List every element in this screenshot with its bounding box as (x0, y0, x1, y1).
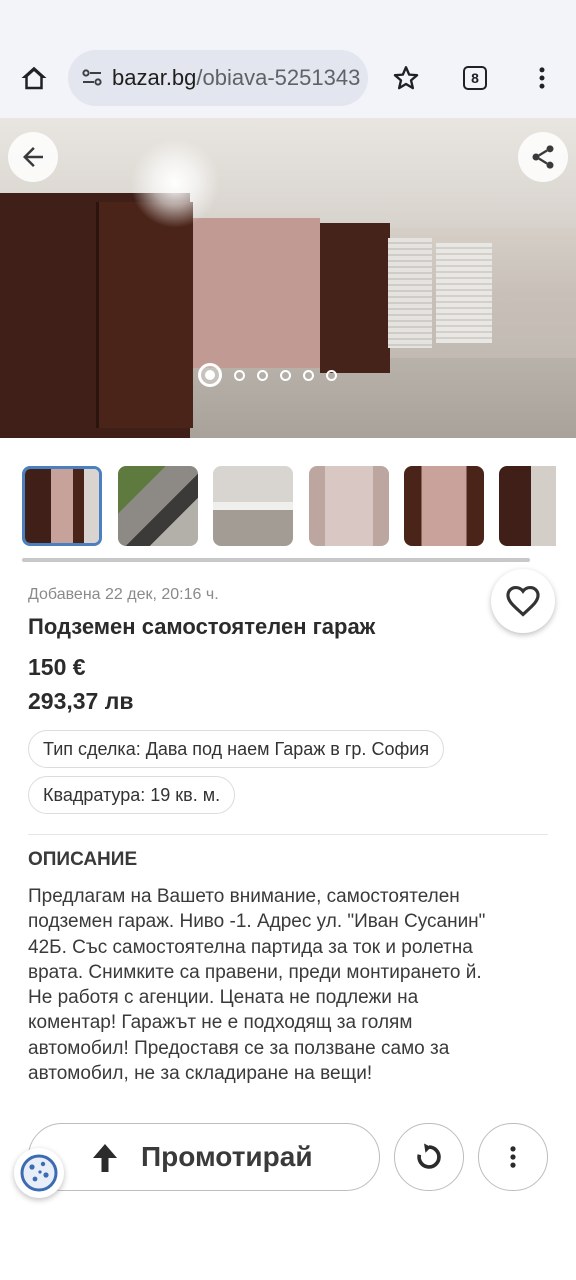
bookmark-button[interactable] (386, 58, 426, 98)
description-line: автомобил, не за складиране на вещи! (28, 1063, 373, 1085)
pager-dot-active[interactable] (198, 363, 222, 387)
photo-back-wall (190, 218, 320, 368)
photo-roller-shutter (436, 243, 492, 343)
photo-pager-dots (198, 363, 337, 387)
site-settings-icon[interactable] (80, 66, 104, 90)
pager-dot[interactable] (303, 369, 314, 381)
browser-menu-button[interactable] (522, 58, 562, 98)
tab-count: 8 (471, 70, 479, 86)
listing-title: Подземен самостоятелен гараж (28, 614, 376, 639)
tab-switcher-icon: 8 (463, 66, 487, 90)
thumbnail-1[interactable] (22, 466, 102, 546)
promote-label: Промотирай (141, 1141, 313, 1172)
description-heading: ОПИСАНИЕ (28, 849, 138, 870)
pager-dot[interactable] (257, 369, 268, 381)
home-button[interactable] (14, 58, 54, 98)
thumbnail-2[interactable] (118, 466, 198, 546)
description-line: автомобил! Предоставя се за ползване сам… (28, 1037, 450, 1059)
refresh-icon (417, 1143, 441, 1169)
status-bar-area (0, 0, 576, 40)
pager-dot[interactable] (234, 369, 245, 381)
thumbnail-3[interactable] (213, 466, 293, 546)
section-divider (28, 834, 548, 835)
home-icon (21, 66, 47, 90)
description-line: врата. Снимките са правени, преди монтир… (28, 961, 482, 983)
share-icon (532, 145, 554, 169)
back-button[interactable] (8, 132, 58, 182)
deal-type-chip[interactable]: Тип сделка: Дава под наем Гараж в гр. Со… (28, 730, 445, 768)
photo-garage-door-panel (96, 202, 193, 428)
cookie-icon (20, 1154, 58, 1192)
listing-added-date: Добавена 22 дек, 20:16 ч. (28, 586, 219, 603)
photo-garage-door-right (320, 223, 390, 373)
share-button[interactable] (518, 132, 568, 182)
tab-switcher-button[interactable]: 8 (455, 58, 495, 98)
description-line: подземен гараж. Ниво -1. Адрес ул. "Иван… (28, 911, 486, 933)
arrow-up-icon (93, 1144, 117, 1172)
price-eur: 150 € (28, 654, 86, 680)
main-photo[interactable] (0, 118, 576, 438)
url-text: bazar.bg/obiava-5251343 (112, 50, 360, 106)
thumbnail-image (499, 466, 556, 546)
more-options-button[interactable] (478, 1123, 548, 1191)
description-line: Предлагам на Вашето внимание, самостояте… (28, 886, 460, 907)
back-arrow-icon (23, 147, 43, 167)
description-line: Не работя с агенции. Цената не подлежи н… (28, 987, 419, 1009)
thumbnail-image (404, 466, 484, 546)
browser-toolbar: bazar.bg/obiava-5251343 8 (0, 40, 576, 118)
bookmark-star-icon (393, 66, 419, 90)
more-vert-icon (510, 1146, 516, 1168)
thumbnail-4[interactable] (309, 466, 389, 546)
pager-dot[interactable] (326, 369, 337, 381)
area-chip[interactable]: Квадратура: 19 кв. м. (28, 776, 236, 814)
thumbnail-6[interactable] (499, 466, 556, 546)
promote-button[interactable]: Промотирай (28, 1123, 380, 1191)
thumbnail-image (213, 466, 293, 546)
thumbnail-scrollbar[interactable] (22, 558, 530, 562)
url-path: /obiava-5251343 (196, 65, 361, 90)
url-domain: bazar.bg (112, 65, 197, 90)
thumbnail-image (309, 466, 389, 546)
favorite-button[interactable] (491, 569, 555, 633)
description-line: коментар! Гаражът не е подходящ за голям (28, 1012, 413, 1034)
heart-icon (506, 585, 540, 617)
more-vert-icon (539, 67, 545, 89)
cookie-settings-button[interactable] (14, 1148, 64, 1198)
thumbnail-image (25, 469, 99, 543)
price-bgn: 293,37 лв (28, 688, 134, 714)
thumbnail-strip (22, 466, 556, 546)
thumbnail-5[interactable] (404, 466, 484, 546)
thumbnail-image (118, 466, 198, 546)
photo-ceiling-light (130, 138, 220, 228)
description-text: Предлагам на Вашето внимание, самостояте… (28, 884, 548, 1086)
address-bar[interactable]: bazar.bg/obiava-5251343 (68, 50, 368, 106)
photo-roller-shutter (388, 238, 432, 348)
description-line: 42Б. Със самостоятелна партида за ток и … (28, 936, 473, 958)
refresh-button[interactable] (394, 1123, 464, 1191)
pager-dot[interactable] (280, 369, 291, 381)
